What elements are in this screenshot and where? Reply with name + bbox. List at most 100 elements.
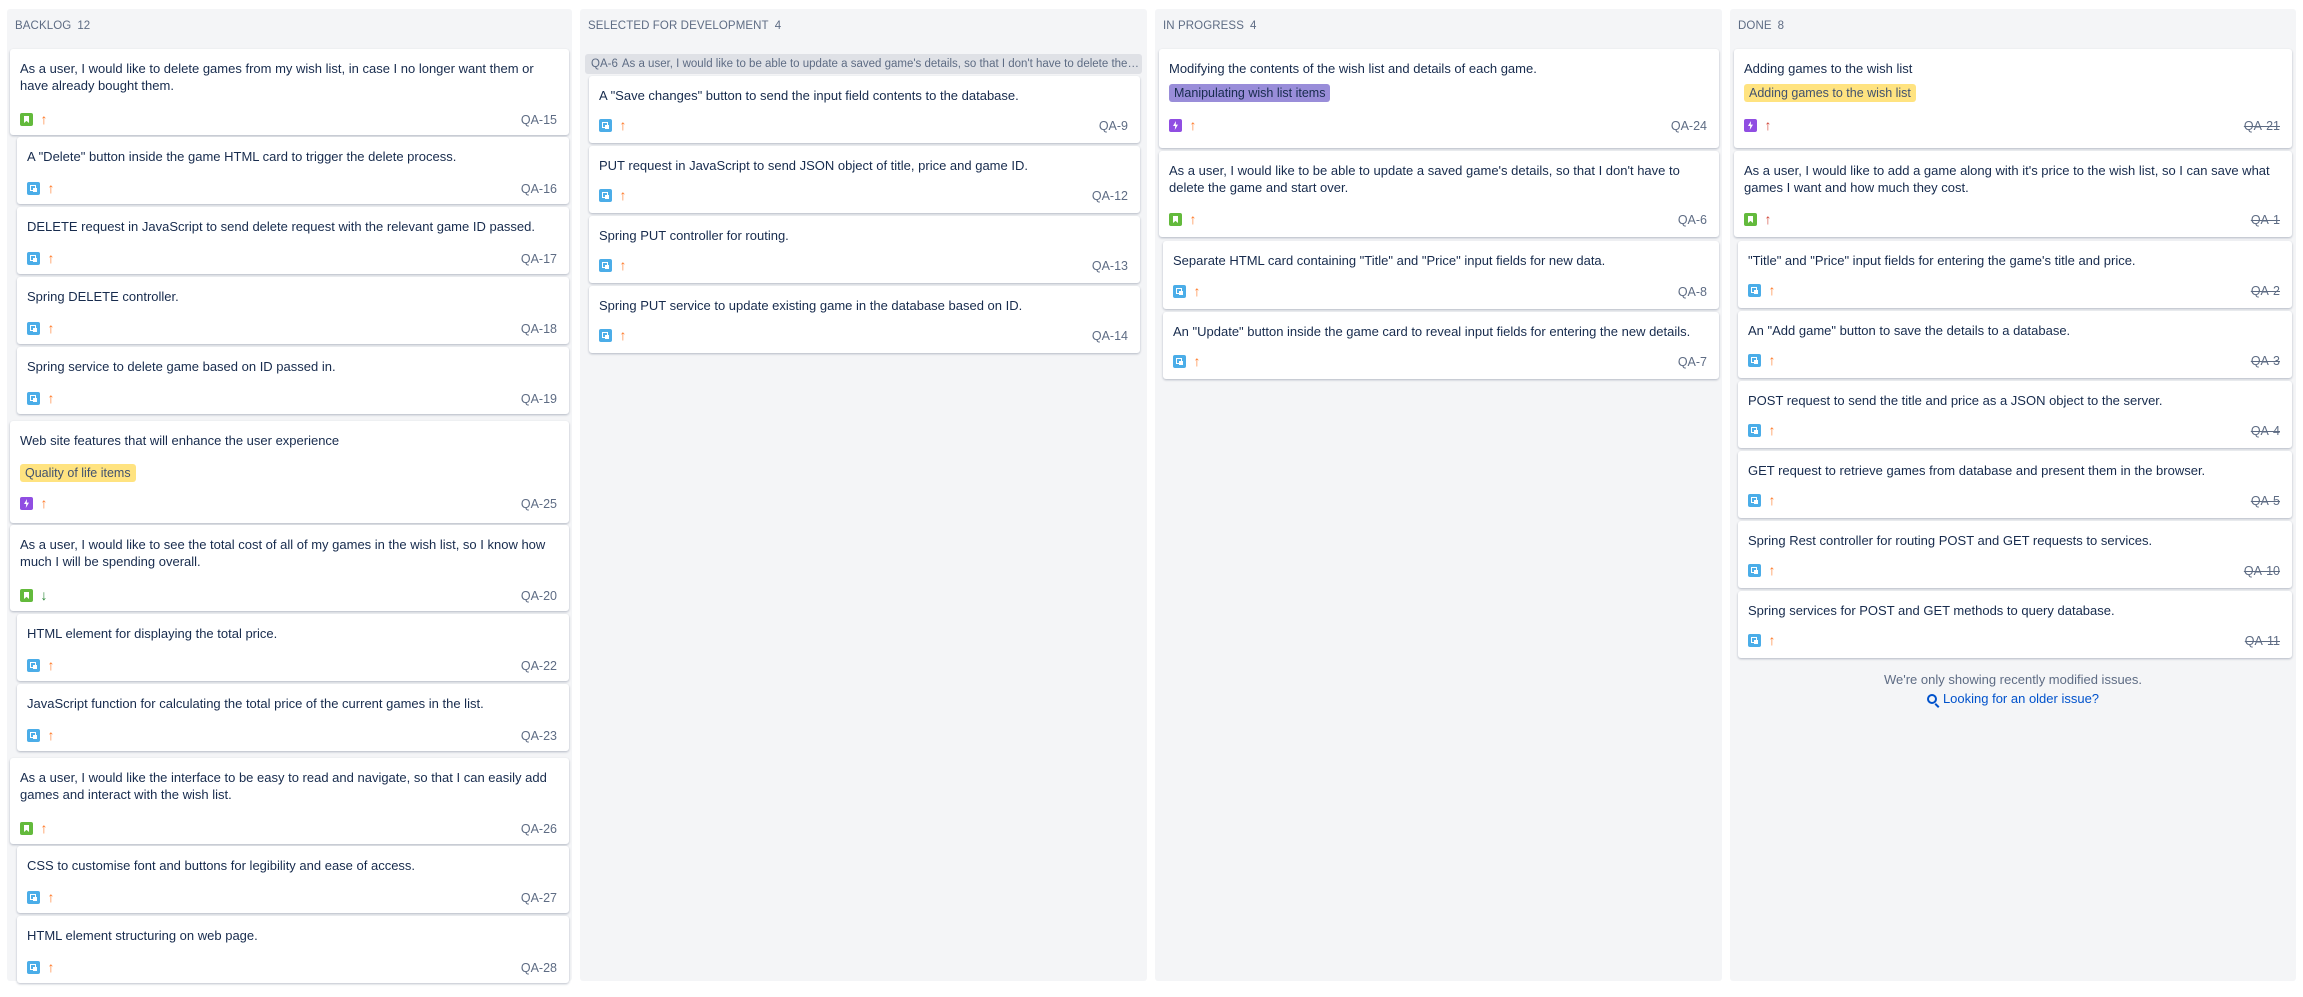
issue-key[interactable]: QA-26	[521, 822, 557, 836]
issue-key[interactable]: QA-8	[1678, 285, 1707, 299]
issue-card[interactable]: As a user, I would like to see the total…	[10, 525, 569, 611]
subtask-icon	[599, 259, 612, 272]
issue-card[interactable]: Modifying the contents of the wish list …	[1159, 49, 1719, 148]
subtask-card[interactable]: POST request to send the title and price…	[1738, 381, 2292, 448]
issue-key[interactable]: QA-4	[2251, 424, 2280, 438]
issue-key[interactable]: QA-9	[1099, 119, 1128, 133]
search-icon	[1926, 694, 1937, 704]
issue-key[interactable]: QA-25	[521, 497, 557, 511]
issue-key[interactable]: QA-2	[2251, 284, 2280, 298]
column-selected-for-development: SELECTED FOR DEVELOPMENT 4 QA-6 As a user,…	[580, 9, 1147, 981]
issue-key[interactable]: QA-14	[1092, 329, 1128, 343]
column-count: 4	[1249, 20, 1257, 32]
issue-key[interactable]: QA-27	[521, 891, 557, 905]
issue-key[interactable]: QA-28	[521, 961, 557, 975]
issue-card[interactable]: As a user, I would like to be able to up…	[1159, 151, 1719, 237]
issue-key[interactable]: QA-13	[1092, 259, 1128, 273]
subtask-icon	[599, 189, 612, 202]
epic-label[interactable]: Adding games to the wish list	[1744, 84, 1916, 102]
recent-issues-note: We're only showing recently modified iss…	[1883, 672, 2143, 687]
issue-key[interactable]: QA-19	[521, 392, 557, 406]
subtask-card[interactable]: Spring service to delete game based on I…	[17, 347, 569, 414]
subtask-card[interactable]: CSS to customise font and buttons for le…	[17, 846, 569, 913]
issue-card[interactable]: As a user, I would like to add a game al…	[1734, 151, 2292, 237]
epic-label[interactable]: Quality of life items	[20, 464, 136, 482]
issue-key[interactable]: QA-17	[521, 252, 557, 266]
parent-issue-bar[interactable]: QA-6 As a user, I would like to be able t…	[585, 54, 1142, 74]
issue-key[interactable]: QA-18	[521, 322, 557, 336]
subtask-card[interactable]: JavaScript function for calculating the …	[17, 684, 569, 751]
subtask-card-selected[interactable]: Separate HTML card containing "Title" an…	[1163, 241, 1719, 309]
issue-summary: Spring service to delete game based on I…	[27, 359, 336, 374]
story-icon	[1169, 213, 1182, 226]
issue-summary: As a user, I would like to delete games …	[20, 61, 534, 93]
issue-key[interactable]: QA-24	[1671, 119, 1707, 133]
column-title: BACKLOG	[15, 20, 72, 32]
column-header: DONE 8	[1738, 20, 1784, 32]
story-icon	[20, 113, 33, 126]
issue-summary: GET request to retrieve games from datab…	[1748, 463, 2206, 478]
subtask-icon	[1173, 355, 1186, 368]
priority-medium-icon: ↑	[619, 327, 627, 343]
issue-summary: Adding games to the wish list	[1744, 61, 1913, 76]
issue-card[interactable]: As a user, I would like to delete games …	[10, 49, 569, 135]
subtask-card[interactable]: Spring DELETE controller. ↑ QA-18	[17, 277, 569, 344]
issue-key[interactable]: QA-5	[2251, 494, 2280, 508]
subtask-card[interactable]: GET request to retrieve games from datab…	[1738, 451, 2292, 518]
issue-key[interactable]: QA-1	[2251, 213, 2280, 227]
priority-medium-icon: ↑	[1193, 353, 1201, 369]
subtask-card[interactable]: An "Add game" button to save the details…	[1738, 311, 2292, 378]
issue-key[interactable]: QA-21	[2244, 119, 2280, 133]
issue-summary: Spring PUT controller for routing.	[599, 228, 789, 243]
subtask-card[interactable]: Spring PUT service to update existing ga…	[589, 286, 1140, 353]
issue-key[interactable]: QA-7	[1678, 355, 1707, 369]
subtask-icon	[1748, 284, 1761, 297]
issue-card[interactable]: Web site features that will enhance the …	[10, 421, 569, 523]
issue-key[interactable]: QA-6	[1678, 213, 1707, 227]
issue-key[interactable]: QA-15	[521, 113, 557, 127]
issue-card[interactable]: Adding games to the wish list Adding gam…	[1734, 49, 2292, 148]
priority-medium-icon: ↑	[1189, 117, 1197, 133]
older-issue-link[interactable]: Looking for an older issue?	[1730, 691, 2296, 706]
column-in-progress: IN PROGRESS 4 Modifying the contents of t…	[1155, 9, 1722, 981]
subtask-card[interactable]: "Title" and "Price" input fields for ent…	[1738, 241, 2292, 308]
issue-key[interactable]: QA-23	[521, 729, 557, 743]
subtask-card[interactable]: A "Save changes" button to send the inpu…	[589, 76, 1140, 143]
subtask-card[interactable]: HTML element structuring on web page. ↑ …	[17, 916, 569, 983]
subtask-card[interactable]: DELETE request in JavaScript to send del…	[17, 207, 569, 274]
column-count: 4	[774, 20, 782, 32]
priority-medium-icon: ↑	[1768, 352, 1776, 368]
epic-icon	[20, 497, 33, 510]
parent-issue-key: QA-6	[591, 58, 618, 70]
issue-key[interactable]: QA-12	[1092, 189, 1128, 203]
issue-key[interactable]: QA-20	[521, 589, 557, 603]
subtask-card[interactable]: HTML element for displaying the total pr…	[17, 614, 569, 681]
issue-key[interactable]: QA-10	[2244, 564, 2280, 578]
subtask-icon	[1173, 285, 1186, 298]
story-icon	[20, 822, 33, 835]
subtask-card[interactable]: An "Update" button inside the game card …	[1163, 312, 1719, 379]
issue-summary: "Title" and "Price" input fields for ent…	[1748, 253, 2136, 268]
subtask-card[interactable]: Spring Rest controller for routing POST …	[1738, 521, 2292, 588]
subtask-card[interactable]: Spring services for POST and GET methods…	[1738, 591, 2292, 658]
issue-key[interactable]: QA-16	[521, 182, 557, 196]
issue-summary: Spring DELETE controller.	[27, 289, 179, 304]
issue-card[interactable]: As a user, I would like the interface to…	[10, 758, 569, 844]
priority-medium-icon: ↑	[47, 889, 55, 905]
priority-medium-icon: ↑	[47, 320, 55, 336]
column-done: DONE 8 Adding games to the wish list Addi…	[1730, 9, 2296, 981]
subtask-icon	[27, 392, 40, 405]
issue-summary: DELETE request in JavaScript to send del…	[27, 219, 535, 234]
issue-summary: HTML element for displaying the total pr…	[27, 626, 278, 641]
subtask-card[interactable]: Spring PUT controller for routing. ↑ QA-…	[589, 216, 1140, 283]
issue-key[interactable]: QA-11	[2245, 634, 2280, 648]
issue-key[interactable]: QA-3	[2251, 354, 2280, 368]
issue-summary: An "Update" button inside the game card …	[1173, 324, 1691, 339]
epic-label[interactable]: Manipulating wish list items	[1169, 84, 1331, 102]
subtask-card[interactable]: A "Delete" button inside the game HTML c…	[17, 137, 569, 204]
issue-summary: As a user, I would like to add a game al…	[1744, 163, 2270, 195]
issue-summary: Spring PUT service to update existing ga…	[599, 298, 1023, 313]
issue-key[interactable]: QA-22	[521, 659, 557, 673]
subtask-icon	[27, 182, 40, 195]
subtask-card[interactable]: PUT request in JavaScript to send JSON o…	[589, 146, 1140, 213]
